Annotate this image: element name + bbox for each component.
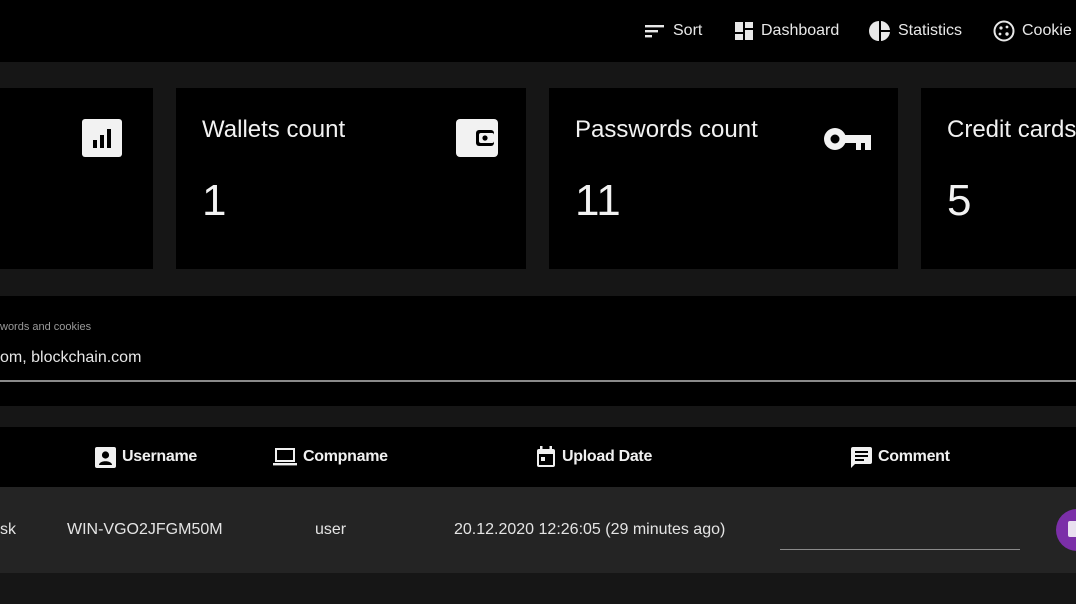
search-field[interactable]: words and cookies om, blockchain.com	[0, 296, 1076, 406]
cards-area	[0, 62, 1076, 296]
nav-statistics[interactable]: Statistics	[869, 18, 962, 44]
column-header-compname-label: Compname	[303, 448, 388, 465]
sort-icon	[645, 25, 664, 38]
dashboard-icon	[735, 22, 753, 40]
nav-cookie[interactable]: Cookie c	[993, 18, 1076, 44]
laptop-icon	[273, 448, 297, 466]
download-icon	[1068, 521, 1076, 537]
calendar-icon	[537, 446, 555, 467]
card-wallets: Wallets count 1	[176, 88, 526, 269]
table-header: Username Compname Upload Date Comment	[0, 427, 1076, 487]
column-header-upload-date-label: Upload Date	[562, 448, 653, 465]
comment-underline	[780, 549, 1020, 550]
passwords-count-title: Passwords count	[575, 116, 758, 143]
column-header-compname[interactable]: Compname	[273, 427, 388, 487]
credit-cards-title: Credit cards	[947, 116, 1076, 143]
wallet-icon	[456, 119, 498, 162]
cookie-icon	[993, 20, 1015, 42]
nav-sort-label: Sort	[673, 22, 703, 39]
column-header-username-label: Username	[122, 448, 197, 465]
key-icon	[823, 126, 873, 157]
column-header-username[interactable]: Username	[95, 427, 197, 487]
search-label: words and cookies	[0, 321, 92, 333]
nav-sort[interactable]: Sort	[644, 18, 702, 44]
cell-compname: user	[315, 521, 347, 538]
wallets-count-value: 1	[202, 176, 227, 225]
nav-dashboard[interactable]: Dashboard	[734, 18, 839, 44]
wallets-count-title: Wallets count	[202, 116, 346, 143]
card-passwords: Passwords count 11	[549, 88, 898, 269]
column-header-comment[interactable]: Comment	[851, 427, 950, 487]
credit-cards-value: 5	[947, 176, 972, 225]
search-underline	[0, 380, 1076, 382]
table-row: sk WIN-VGO2JFGM50M user 20.12.2020 12:26…	[0, 487, 1076, 573]
row-action-button[interactable]	[1056, 509, 1076, 551]
column-header-upload-date[interactable]: Upload Date	[536, 427, 652, 487]
pie-chart-icon	[869, 21, 890, 41]
passwords-count-value: 11	[575, 176, 621, 225]
search-input-value[interactable]: om, blockchain.com	[0, 349, 141, 367]
cell-upload-date: 20.12.2020 12:26:05 (29 minutes ago)	[454, 521, 726, 538]
bar-chart-icon	[82, 119, 122, 162]
nav-cookie-label: Cookie c	[1022, 22, 1076, 39]
card-credit-cards: Credit cards 5	[921, 88, 1076, 269]
nav-dashboard-label: Dashboard	[761, 22, 840, 39]
card-stats	[0, 88, 153, 269]
cell-first: sk	[0, 521, 16, 538]
account-box-icon	[95, 446, 116, 468]
cell-username: WIN-VGO2JFGM50M	[67, 521, 223, 538]
top-bar: Sort Dashboard Statistics Cookie c	[0, 0, 1076, 62]
column-header-comment-label: Comment	[878, 448, 950, 465]
nav-statistics-label: Statistics	[898, 22, 963, 39]
comment-icon	[851, 446, 872, 468]
